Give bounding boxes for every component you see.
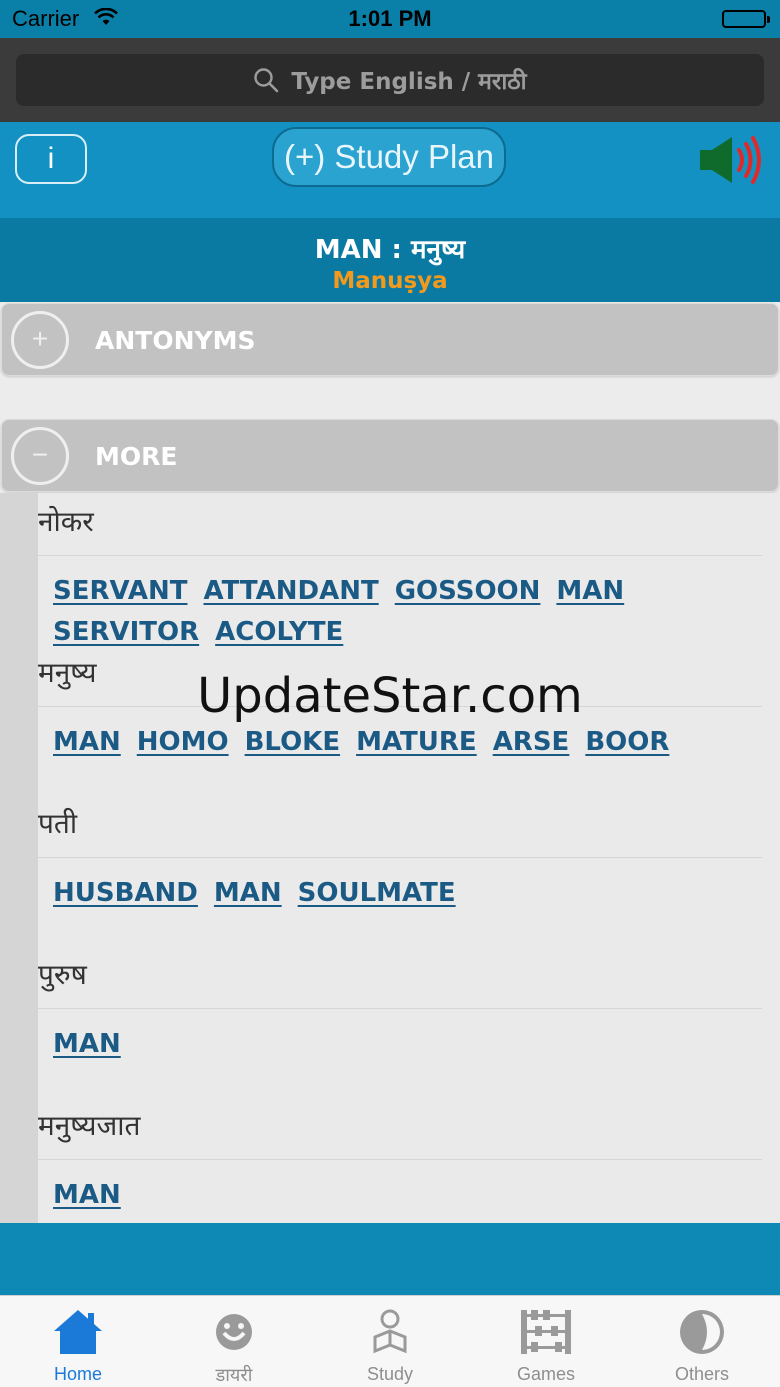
info-button[interactable]: i xyxy=(15,134,87,184)
marathi-term: पुरुष xyxy=(38,958,87,991)
tab-others[interactable]: Others xyxy=(624,1296,780,1387)
divider xyxy=(38,857,762,858)
clock: 1:01 PM xyxy=(348,6,432,31)
search-icon xyxy=(253,67,279,93)
synonym-list: नोकर SERVANT ATTANDANT GOSSOON MAN SERVITOR A… xyxy=(0,493,780,1223)
search-input[interactable]: Type English / मराठी xyxy=(16,54,764,106)
word-transliteration: Manuṣya xyxy=(332,268,448,294)
search-area: Type English / मराठी xyxy=(0,38,780,122)
home-icon xyxy=(51,1306,105,1358)
synonym-link[interactable]: SOULMATE xyxy=(298,874,456,912)
bottom-strip xyxy=(0,1223,780,1295)
tab-home[interactable]: Home xyxy=(0,1296,156,1387)
synonym-group: नोकर SERVANT ATTANDANT GOSSOON MAN SERVITOR A… xyxy=(38,499,762,654)
search-placeholder: Type English / मराठी xyxy=(291,69,527,95)
synonym-link[interactable]: GOSSOON xyxy=(395,572,541,610)
synonym-link[interactable]: MAN xyxy=(214,874,282,912)
more-section-header[interactable]: − MORE xyxy=(1,419,779,492)
tab-diary[interactable]: डायरी xyxy=(156,1296,312,1387)
more-label: MORE xyxy=(95,442,178,471)
synonym-link[interactable]: HUSBAND xyxy=(53,874,198,912)
marathi-term: नोकर xyxy=(38,505,94,538)
others-icon xyxy=(678,1306,726,1358)
word-header: MAN : मनुष्य Manuṣya xyxy=(0,218,780,302)
synonym-link[interactable]: HOMO xyxy=(137,723,229,761)
tab-label: Games xyxy=(516,1364,576,1384)
tab-study[interactable]: Study xyxy=(312,1296,468,1387)
antonyms-section-header[interactable]: + ANTONYMS xyxy=(1,303,779,376)
tab-label: Home xyxy=(53,1364,102,1384)
speaker-icon[interactable] xyxy=(698,134,764,190)
synonym-link[interactable]: MAN xyxy=(53,1025,121,1063)
marathi-term: पती xyxy=(38,807,78,840)
antonyms-label: ANTONYMS xyxy=(95,326,256,355)
tab-label: Others xyxy=(674,1364,730,1384)
synonym-link[interactable]: BLOKE xyxy=(245,723,340,761)
diary-icon xyxy=(213,1306,255,1357)
synonym-link[interactable]: ARSE xyxy=(493,723,570,761)
battery-icon xyxy=(722,10,770,28)
expand-icon: + xyxy=(11,311,69,369)
tab-games[interactable]: Games xyxy=(468,1296,624,1387)
synonym-link[interactable]: ACOLYTE xyxy=(215,613,343,651)
collapse-icon: − xyxy=(11,427,69,485)
synonym-link[interactable]: SERVITOR xyxy=(53,613,199,651)
left-rail xyxy=(0,493,38,1223)
status-bar: Carrier 1:01 PM xyxy=(0,0,780,38)
watermark: UpdateStar.com xyxy=(197,668,583,724)
tab-label: डायरी xyxy=(215,1365,253,1385)
tab-label: Study xyxy=(366,1364,414,1384)
study-icon xyxy=(370,1306,410,1358)
synonym-link[interactable]: MATURE xyxy=(356,723,477,761)
synonym-link[interactable]: MAN xyxy=(53,1176,121,1214)
study-plan-button[interactable]: (+) Study Plan xyxy=(272,127,506,187)
synonym-link[interactable]: BOOR xyxy=(585,723,669,761)
synonym-link[interactable]: MAN xyxy=(556,572,624,610)
synonym-group: पुरुष MAN xyxy=(38,952,762,1066)
synonym-group: पती HUSBAND MAN SOULMATE xyxy=(38,801,762,915)
tab-bar: Home डायरी Study Games Others xyxy=(0,1295,780,1387)
synonym-group: मनुष्यजात MAN xyxy=(38,1103,762,1217)
games-icon xyxy=(519,1306,573,1358)
synonym-link[interactable]: SERVANT xyxy=(53,572,187,610)
divider xyxy=(38,555,762,556)
synonym-link[interactable]: ATTANDANT xyxy=(203,572,378,610)
synonym-link[interactable]: MAN xyxy=(53,723,121,761)
word-title: MAN : मनुष्य xyxy=(314,235,466,265)
marathi-term: मनुष्यजात xyxy=(38,1109,141,1142)
toolbar: i (+) Study Plan xyxy=(0,122,780,218)
divider xyxy=(38,1008,762,1009)
divider xyxy=(38,1159,762,1160)
